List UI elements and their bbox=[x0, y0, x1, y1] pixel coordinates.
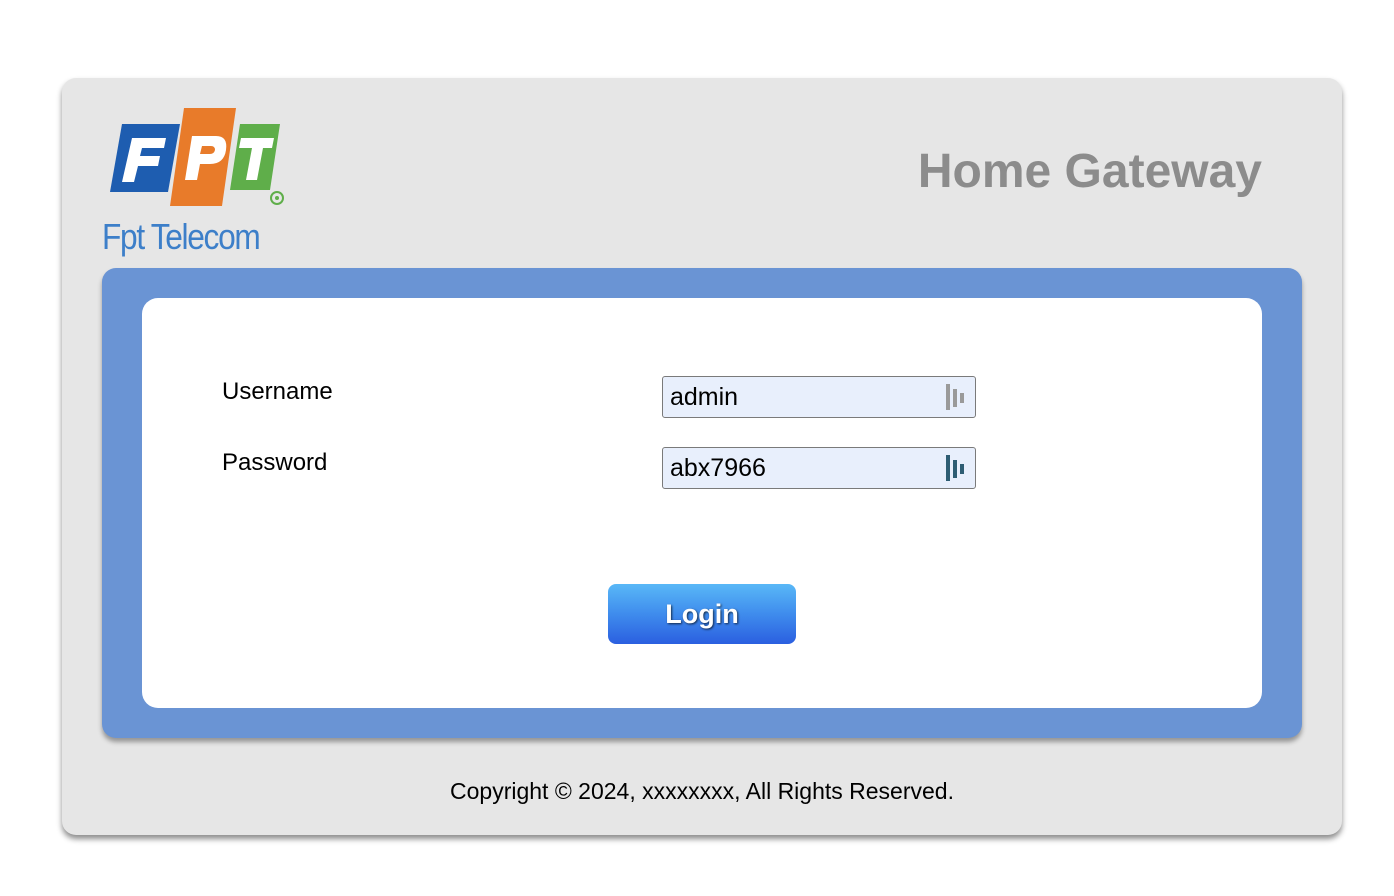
password-manager-icon[interactable] bbox=[944, 453, 968, 483]
username-input[interactable] bbox=[662, 376, 976, 418]
login-form-panel: Username Password Login bbox=[142, 298, 1262, 708]
fpt-telecom-brand-text: Fpt Telecom bbox=[102, 216, 261, 257]
page-title: Home Gateway bbox=[917, 145, 1262, 198]
login-page-container: Fpt Telecom Home Gateway Username Passwo… bbox=[62, 78, 1342, 835]
username-label: Username bbox=[222, 378, 333, 405]
fpt-telecom-logo: Fpt Telecom bbox=[102, 106, 292, 266]
password-manager-icon[interactable] bbox=[944, 382, 968, 412]
login-frame: Username Password Login bbox=[102, 268, 1302, 738]
login-button[interactable]: Login bbox=[608, 584, 796, 644]
password-input[interactable] bbox=[662, 447, 976, 489]
copyright-text: Copyright © 2024, xxxxxxxx, All Rights R… bbox=[450, 778, 954, 804]
password-label: Password bbox=[222, 449, 328, 476]
fpt-logo-icon bbox=[110, 108, 284, 206]
